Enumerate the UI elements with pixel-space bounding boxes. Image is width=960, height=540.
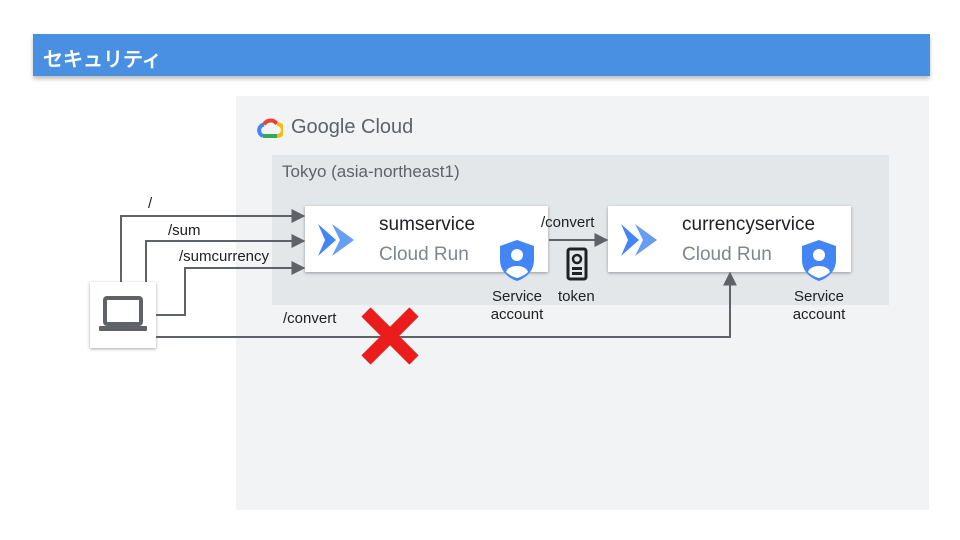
blocked-x-icon [361, 307, 419, 365]
route-convert-blocked-label: /convert [283, 310, 337, 327]
connector-lines [120, 209, 737, 338]
route-convert-internal-label: /convert [541, 214, 595, 231]
route-root-label: / [148, 195, 153, 212]
route-sumcurrency-label: /sumcurrency [179, 248, 270, 265]
route-sum-label: /sum [168, 222, 201, 239]
